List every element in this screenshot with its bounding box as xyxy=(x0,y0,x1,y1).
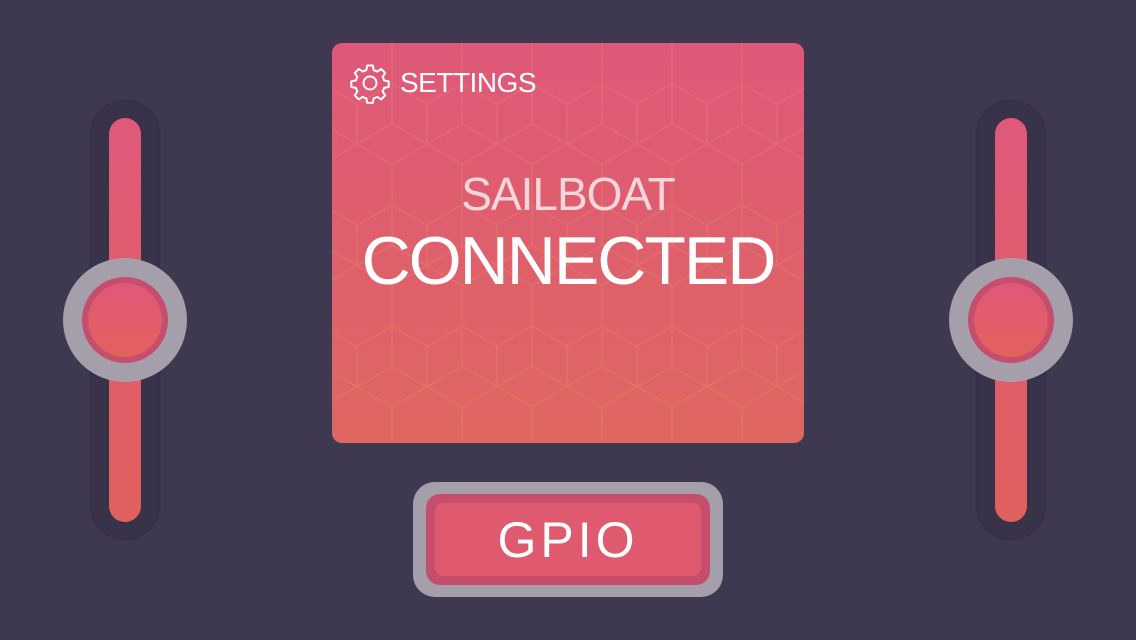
connection-status: CONNECTED xyxy=(361,223,777,299)
gpio-label: GPIO xyxy=(497,511,639,568)
left-slider[interactable] xyxy=(63,100,187,540)
status-panel: SETTINGS SAILBOAT CONNECTED xyxy=(332,43,804,443)
gear-icon xyxy=(350,64,390,104)
right-slider-knob-core xyxy=(974,283,1048,357)
settings-button[interactable]: SETTINGS xyxy=(348,59,537,107)
left-slider-knob-core xyxy=(88,283,162,357)
device-name: SAILBOAT xyxy=(461,168,676,220)
left-slider-knob[interactable] xyxy=(63,258,187,382)
gpio-button-face: GPIO xyxy=(435,503,701,576)
right-slider[interactable] xyxy=(949,100,1073,540)
gpio-button-ring: GPIO xyxy=(426,494,710,585)
right-slider-knob-ring xyxy=(968,277,1054,363)
left-slider-knob-ring xyxy=(82,277,168,363)
right-slider-knob[interactable] xyxy=(949,258,1073,382)
gpio-button[interactable]: GPIO xyxy=(413,482,723,597)
settings-label: SETTINGS xyxy=(400,67,537,98)
